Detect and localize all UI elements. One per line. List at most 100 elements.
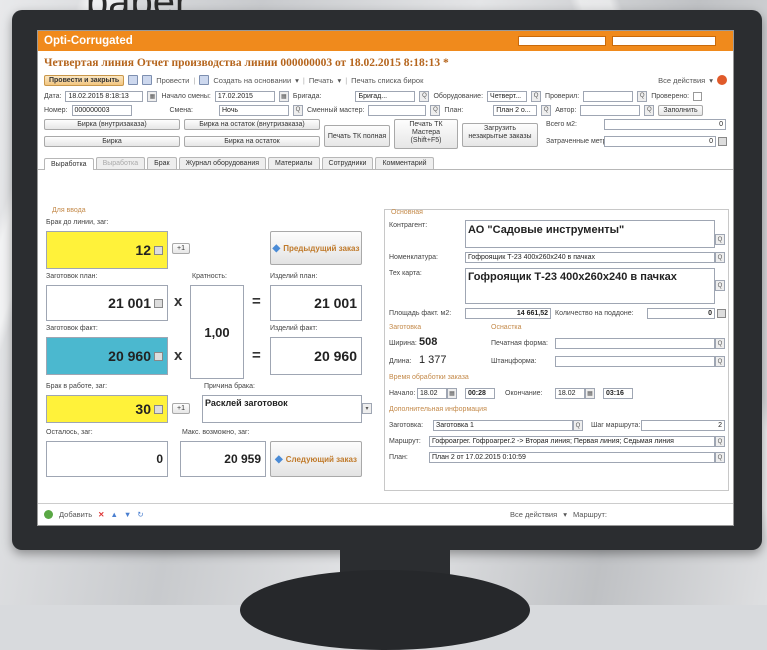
contractor-field[interactable]: АО "Садовые инструменты" — [465, 220, 715, 248]
end-time-field[interactable]: 03:16 — [603, 388, 633, 399]
all-actions-menu[interactable]: Все действия — [658, 76, 705, 85]
calculator-icon[interactable] — [718, 137, 727, 146]
blank-field[interactable]: Заготовка 1 — [433, 420, 573, 431]
tab-defect[interactable]: Брак — [147, 157, 177, 169]
calculator-icon[interactable] — [154, 351, 163, 361]
items-plan-field[interactable]: 21 001 — [270, 285, 362, 321]
search-icon[interactable]: Q — [715, 280, 725, 291]
tab-materials[interactable]: Материалы — [268, 157, 320, 169]
previous-order-button[interactable]: ◆ Предыдущий заказ — [270, 231, 362, 265]
calculator-icon[interactable] — [154, 404, 163, 414]
tab-comment[interactable]: Комментарий — [375, 157, 434, 169]
next-order-button[interactable]: ◆ Следующий заказ — [270, 441, 362, 477]
blanks-fact-field[interactable]: 20 960 — [46, 337, 168, 375]
shift-field[interactable]: Ночь — [218, 104, 289, 116]
tab-employees[interactable]: Сотрудники — [321, 157, 374, 169]
search-icon[interactable]: Q — [541, 104, 552, 116]
print-form-field[interactable] — [555, 338, 715, 349]
print-tk-full-button[interactable]: Печать ТК полная — [324, 125, 390, 147]
spent-meters-field[interactable]: 0 — [604, 136, 716, 147]
route-step-field[interactable]: 2 — [641, 420, 725, 431]
search-icon[interactable]: Q — [637, 90, 648, 102]
search-icon[interactable]: Q — [644, 104, 655, 116]
die-form-field[interactable] — [555, 356, 715, 367]
search-icon[interactable]: Q — [573, 420, 583, 431]
print-tk-master-button[interactable]: Печать ТК Мастера (Shift+F5) — [394, 119, 458, 149]
start-date-field[interactable]: 18.02 — [417, 388, 447, 399]
shift-start-field[interactable]: 17.02.2015 — [214, 90, 275, 102]
calculator-icon[interactable] — [154, 298, 163, 308]
create-based-on-menu[interactable]: Создать на основании — [213, 76, 291, 85]
tab-equipment-log[interactable]: Журнал оборудования — [178, 157, 267, 169]
fill-button[interactable]: Заполнить — [658, 104, 703, 116]
checked-checkbox[interactable] — [693, 91, 703, 101]
number-field[interactable]: 000000003 — [71, 104, 132, 116]
search-icon[interactable]: Q — [430, 104, 441, 116]
tag-remainder-button[interactable]: Бирка на остаток — [184, 136, 320, 147]
post-button[interactable]: Провести — [156, 76, 189, 85]
multiplicity-field[interactable]: 1,00 — [190, 285, 244, 379]
route-field[interactable]: Гофроагрег. Гофроагрег.2 -> Вторая линия… — [429, 436, 715, 447]
remaining-field[interactable]: 0 — [46, 441, 168, 477]
tag-button[interactable]: Бирка — [44, 136, 180, 147]
calculator-icon[interactable] — [717, 309, 726, 318]
start-time-field[interactable]: 00:28 — [465, 388, 495, 399]
input-panel: Для ввода Брак до линии, заг: 12 +1 ◆ Пр… — [44, 207, 380, 497]
search-icon[interactable]: Q — [715, 338, 725, 349]
calendar-icon[interactable]: ▦ — [585, 388, 595, 399]
window-control-box[interactable] — [518, 36, 606, 46]
print-tags-button[interactable]: Печать списка бирок — [351, 76, 423, 85]
search-icon[interactable]: Q — [419, 90, 430, 102]
all-actions-menu[interactable]: Все действия — [510, 510, 557, 519]
search-icon[interactable]: Q — [715, 252, 725, 263]
chevron-down-icon[interactable]: ▾ — [362, 403, 372, 414]
tag-remainder-internal-button[interactable]: Бирка на остаток (внутризаказа) — [184, 119, 320, 130]
total-m2-field[interactable]: 0 — [604, 119, 726, 130]
nomenclature-field[interactable]: Гофроящик Т-23 400х260х240 в пачках — [465, 252, 715, 263]
brigade-field[interactable]: Бригад... — [355, 90, 416, 102]
help-icon[interactable] — [717, 75, 727, 85]
save-icon[interactable] — [128, 75, 139, 85]
search-icon[interactable]: Q — [715, 356, 725, 367]
load-unfinished-orders-button[interactable]: Загрузить незакрытые заказы — [462, 123, 538, 147]
tag-internal-button[interactable]: Бирка (внутризаказа) — [44, 119, 180, 130]
search-icon[interactable]: Q — [715, 452, 725, 463]
date-field[interactable]: 18.02.2015 8:18:13 — [65, 90, 144, 102]
area-fact-field[interactable]: 14 661,52 — [465, 308, 551, 319]
equipment-field[interactable]: Четверт... — [487, 90, 528, 102]
checked-by-field[interactable] — [583, 90, 634, 102]
tab-output-disabled[interactable]: Выработка — [95, 157, 146, 169]
refresh-icon[interactable]: ↻ — [137, 510, 143, 519]
plus-one-button[interactable]: +1 — [172, 403, 190, 414]
scrap-before-line-field[interactable]: 12 — [46, 231, 168, 269]
search-icon[interactable]: Q — [715, 234, 725, 245]
end-date-field[interactable]: 18.02 — [555, 388, 585, 399]
calendar-icon[interactable]: ▦ — [147, 90, 158, 102]
arrow-down-icon[interactable]: ▼ — [124, 510, 131, 519]
shift-master-field[interactable] — [368, 104, 427, 116]
arrow-up-icon[interactable]: ▲ — [110, 510, 117, 519]
plan-field[interactable]: План 2 о... — [493, 104, 538, 116]
search-icon[interactable]: Q — [292, 104, 303, 116]
calendar-icon[interactable]: ▦ — [278, 90, 289, 102]
scrap-in-work-field[interactable]: 30 — [46, 395, 168, 423]
window-control-box[interactable] — [612, 36, 716, 46]
calculator-icon[interactable] — [154, 245, 163, 255]
print-menu[interactable]: Печать — [309, 76, 334, 85]
techcard-field[interactable]: Гофроящик Т-23 400х260х240 в пачках — [465, 268, 715, 304]
delete-icon[interactable]: ✕ — [98, 510, 104, 519]
blanks-plan-field[interactable]: 21 001 — [46, 285, 168, 321]
add-button[interactable]: Добавить — [59, 510, 92, 519]
tab-output[interactable]: Выработка — [44, 158, 94, 170]
plus-one-button[interactable]: +1 — [172, 243, 190, 254]
post-and-close-button[interactable]: Провести и закрыть — [44, 74, 125, 86]
search-icon[interactable]: Q — [531, 90, 542, 102]
max-possible-field[interactable]: 20 959 — [180, 441, 266, 477]
author-field[interactable] — [580, 104, 641, 116]
defect-reason-field[interactable]: Расклей заготовок — [202, 395, 362, 423]
items-fact-field[interactable]: 20 960 — [270, 337, 362, 375]
qty-on-pallet-field[interactable]: 0 — [647, 308, 715, 319]
calendar-icon[interactable]: ▦ — [447, 388, 457, 399]
search-icon[interactable]: Q — [715, 436, 725, 447]
plan-ref-field[interactable]: План 2 от 17.02.2015 0:10:59 — [429, 452, 715, 463]
